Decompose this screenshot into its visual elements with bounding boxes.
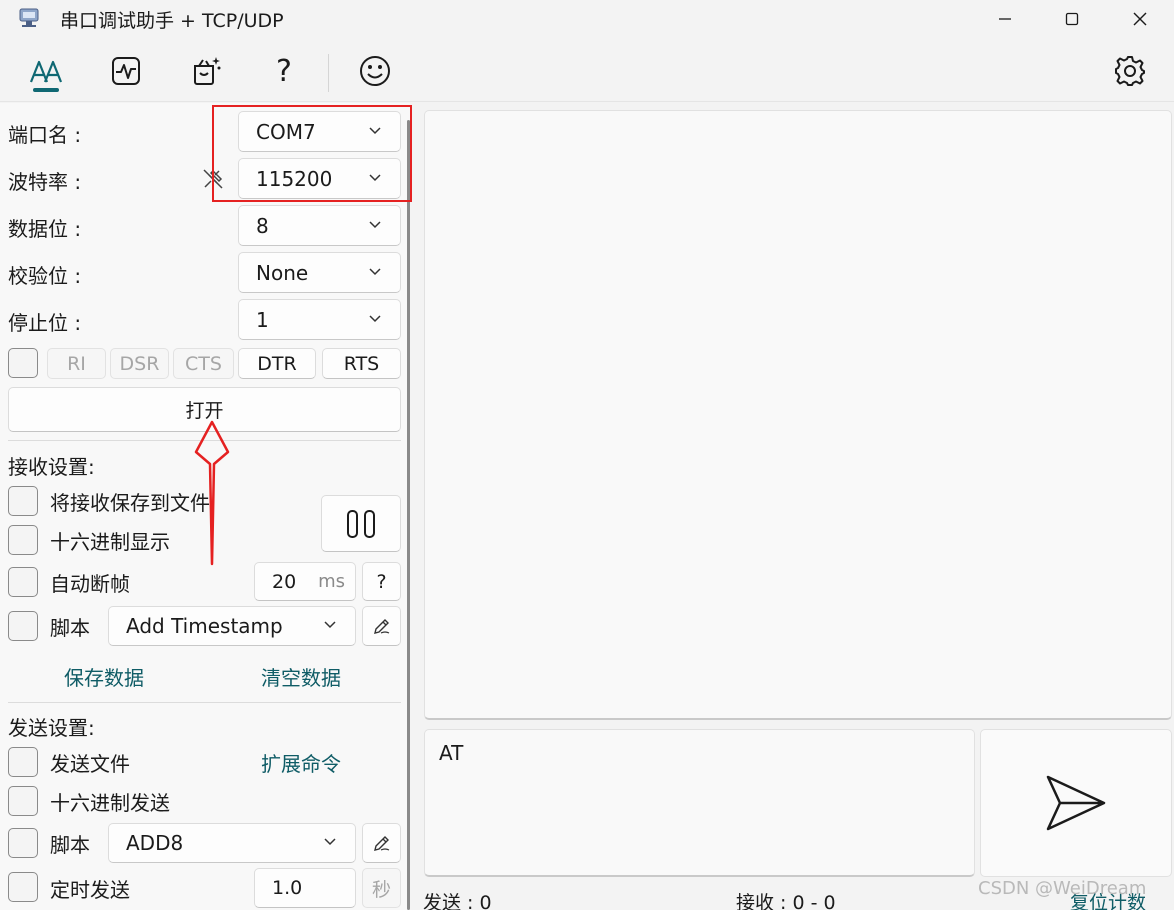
dtr-button[interactable]: DTR [238,348,316,379]
send-script-label: 脚本 [50,833,90,857]
pause-icon [347,509,375,538]
edit-receive-script-button[interactable] [362,606,401,646]
ri-indicator: RI [47,348,106,379]
highlight-box [212,105,412,202]
hex-display-label: 十六进制显示 [50,530,170,554]
pen-icon [373,619,389,634]
receive-script-label: 脚本 [50,616,90,640]
send-settings-heading: 发送设置: [8,716,95,740]
chevron-down-icon [324,838,336,846]
watermark: CSDN @WeiDream [978,878,1147,899]
save-to-file-checkbox[interactable] [8,486,38,516]
help-icon: ? [276,53,292,89]
frame-help-button[interactable]: ? [362,562,401,601]
tab-waveform[interactable] [103,48,149,94]
text-font-icon [29,60,63,83]
send-icon [1046,775,1106,831]
send-script-checkbox[interactable] [8,828,38,858]
active-tab-indicator [33,88,59,92]
window-title: 串口调试助手 + TCP/UDP [60,10,284,32]
cts-indicator: CTS [173,348,234,379]
receive-script-checkbox[interactable] [8,611,38,641]
maximize-button[interactable] [1042,0,1102,38]
timed-send-checkbox[interactable] [8,872,38,902]
chevron-down-icon [369,220,381,228]
baud-label: 波特率 : [8,170,82,194]
smiley-icon [360,56,390,86]
send-script-value: ADD8 [126,831,184,855]
receive-script-value: Add Timestamp [126,614,283,638]
recv-count-label: 接收 : 0 - 0 [736,888,836,910]
toolbar-separator [328,54,329,92]
databits-select[interactable]: 8 [238,205,401,246]
app-icon [18,7,40,29]
waveform-icon [112,57,140,85]
interval-unit: 秒 [362,868,401,908]
send-file-checkbox[interactable] [8,747,38,777]
sent-count-label: 发送 : 0 [423,888,492,910]
maximize-icon [1065,12,1079,26]
receive-script-select[interactable]: Add Timestamp [108,606,356,646]
stopbits-label: 停止位 : [8,311,82,335]
chevron-down-icon [324,621,336,629]
chevron-down-icon [369,267,381,275]
send-file-label: 发送文件 [50,752,130,776]
parity-value: None [256,260,309,285]
pause-button[interactable] [321,495,401,552]
hex-send-checkbox[interactable] [8,786,38,816]
save-data-link[interactable]: 保存数据 [64,662,144,691]
tab-help[interactable]: ? [261,48,307,94]
clear-data-link[interactable]: 清空数据 [261,662,341,691]
frame-timeout-input[interactable]: 20 ms [254,562,356,601]
parity-select[interactable]: None [238,252,401,293]
close-button[interactable] [1110,0,1170,38]
magic-box-icon [194,57,221,85]
settings-button[interactable] [1107,48,1153,94]
send-input-text: AT [439,741,464,765]
timed-send-label: 定时发送 [50,878,130,902]
minimize-icon [999,18,1011,20]
send-input[interactable] [424,729,975,877]
minimize-button[interactable] [975,0,1035,38]
frame-timeout-unit: ms [318,571,345,592]
close-icon [1133,12,1147,26]
hex-display-checkbox[interactable] [8,525,38,555]
pen-icon [373,836,389,851]
tab-toolbox[interactable] [183,48,229,94]
save-to-file-label: 将接收保存到文件 [50,491,210,515]
interval-input[interactable]: 1.0 [254,868,356,908]
sent-count: 0 [479,892,492,910]
chevron-down-icon [369,314,381,322]
interval-value: 1.0 [272,877,303,899]
send-button[interactable] [980,729,1172,877]
port-label: 端口名 : [8,123,82,147]
auto-frame-label: 自动断帧 [50,572,130,596]
ext-commands-link[interactable]: 扩展命令 [261,748,341,777]
databits-value: 8 [256,213,269,238]
dsr-indicator: DSR [110,348,169,379]
stopbits-value: 1 [256,307,269,332]
rts-button[interactable]: RTS [322,348,401,379]
parity-label: 校验位 : [8,264,82,288]
frame-timeout-value: 20 [272,570,297,593]
annotation-arrow [194,420,230,566]
receive-settings-heading: 接收设置: [8,455,95,479]
receive-textarea[interactable] [424,110,1172,720]
tab-about[interactable] [352,48,398,94]
recv-count: 0 - 0 [792,892,836,910]
edit-send-script-button[interactable] [362,823,401,863]
databits-label: 数据位 : [8,217,82,241]
gear-icon [1115,56,1145,86]
toolbar [0,38,1174,102]
send-script-select[interactable]: ADD8 [108,823,356,863]
signal-checkbox[interactable] [8,348,38,378]
hex-send-label: 十六进制发送 [50,791,170,815]
divider [8,702,401,703]
settings-scrollbar[interactable] [407,120,410,910]
stopbits-select[interactable]: 1 [238,299,401,340]
auto-frame-checkbox[interactable] [8,567,38,597]
